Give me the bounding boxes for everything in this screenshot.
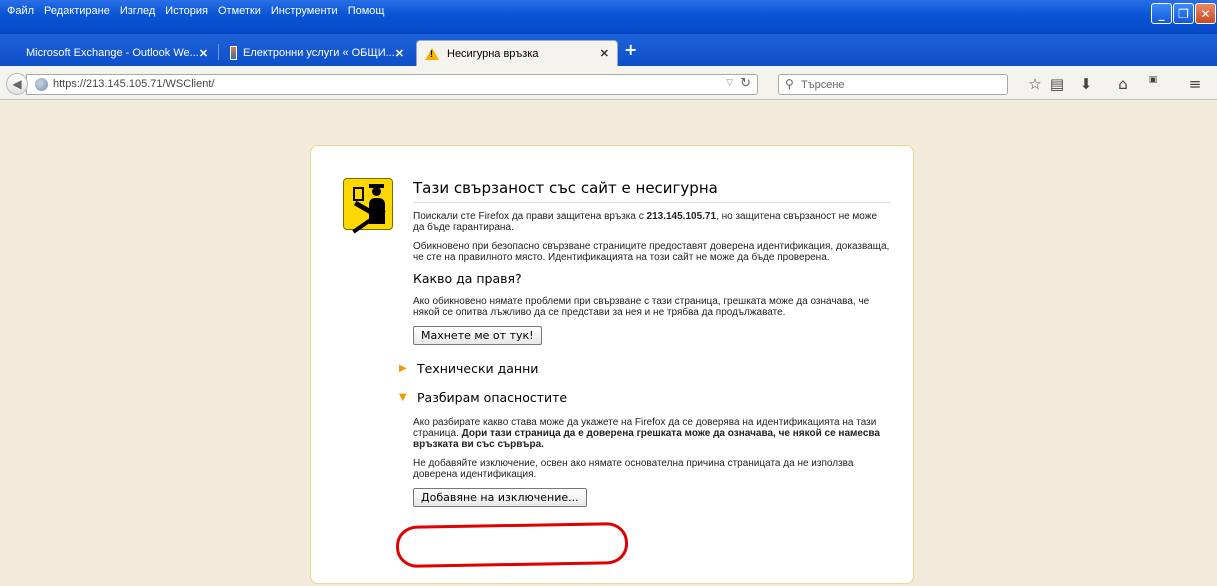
search-bar[interactable]: ⚲ Търсене [778, 74, 1008, 95]
tab-e-services[interactable]: Електронни услуги « ОБЩИ... ✕ [222, 40, 412, 66]
badge-head-shape [372, 187, 381, 196]
search-icon: ⚲ [785, 77, 794, 91]
back-button[interactable]: ◀ [6, 73, 28, 95]
tab-close-icon[interactable]: ✕ [395, 47, 404, 60]
explanation-paragraph: Обикновено при безопасно свързване стран… [413, 241, 890, 263]
close-window-button[interactable]: ✕ [1195, 3, 1216, 24]
tab-insecure-connection[interactable]: Несигурна връзка ✕ [416, 40, 618, 66]
technical-details-expander[interactable]: ▶ Технически данни [399, 361, 891, 376]
close-icon: ✕ [1200, 6, 1211, 21]
understand-risks-expander[interactable]: ▼ Разбирам опасностите [399, 390, 891, 405]
minimize-icon: _ [1158, 6, 1165, 21]
youtube-icon[interactable]: ▣ [1144, 76, 1162, 85]
menu-edit[interactable]: Редактиране [41, 4, 117, 18]
menu-tools[interactable]: Инструменти [268, 4, 345, 18]
tab-separator [218, 44, 219, 60]
page-title: Тази свързаност със сайт е несигурна [413, 179, 891, 203]
advice-paragraph: Ако обикновено нямате проблеми при свърз… [413, 296, 870, 318]
site-favicon-icon [230, 46, 237, 60]
new-tab-button[interactable]: + [624, 40, 637, 59]
bookmarks-menu-icon[interactable]: ▤ [1048, 75, 1066, 93]
downloads-icon[interactable]: ⬇ [1077, 75, 1095, 93]
navigation-bar: https://213.145.105.71/WSClient/ ▽ ↻ ◀ ⚲… [0, 66, 1217, 100]
minimize-button[interactable]: _ [1151, 3, 1172, 24]
exception-warning-paragraph: Не добавяйте изключение, освен ако нямат… [413, 458, 854, 480]
bookmark-star-icon[interactable]: ☆ [1026, 75, 1044, 93]
tab-label: Несигурна връзка [447, 47, 539, 60]
tab-strip: Microsoft Exchange - Outlook We... ✕ Еле… [0, 34, 1217, 66]
menu-view[interactable]: Изглед [117, 4, 162, 18]
intro-text: Поискали сте Firefox да прави защитена в… [413, 211, 647, 222]
error-content: Тази свързаност със сайт е несигурна Пои… [399, 179, 891, 507]
risks-paragraph: Ако разбирате какво става може да укажет… [413, 417, 891, 450]
tab-label: Microsoft Exchange - Outlook We... [26, 47, 199, 59]
red-highlight-annotation [395, 521, 629, 569]
security-officer-icon [343, 178, 393, 234]
window-titlebar: Файл Редактиране Изглед История Отметки … [0, 0, 1217, 34]
intro-paragraph: Поискали сте Firefox да прави защитена в… [413, 211, 891, 233]
menu-history[interactable]: История [162, 4, 215, 18]
url-bar[interactable]: https://213.145.105.71/WSClient/ ▽ ↻ [26, 74, 758, 95]
globe-icon[interactable] [35, 78, 48, 91]
tab-close-icon[interactable]: ✕ [600, 47, 609, 60]
error-page-card: Тази свързаност със сайт е несигурна Пои… [310, 145, 914, 584]
warning-icon [425, 47, 439, 60]
restore-icon: ❐ [1178, 6, 1189, 21]
url-text[interactable]: https://213.145.105.71/WSClient/ [53, 78, 214, 90]
menu-bar: Файл Редактиране Изглед История Отметки … [4, 4, 391, 18]
host-name: 213.145.105.71 [646, 211, 717, 222]
menu-file[interactable]: Файл [4, 4, 41, 18]
history-dropdown-icon[interactable]: ▽ [726, 78, 733, 88]
understand-risks-label: Разбирам опасностите [417, 390, 568, 405]
risks-warning-bold: Дори тази страница да е доверена грешкат… [413, 428, 880, 450]
back-arrow-icon: ◀ [12, 77, 22, 91]
hamburger-menu-icon[interactable]: ≡ [1186, 75, 1204, 93]
expand-down-icon: ▼ [399, 392, 407, 403]
tab-close-icon[interactable]: ✕ [199, 47, 208, 60]
restore-button[interactable]: ❐ [1173, 3, 1194, 24]
reload-icon[interactable]: ↻ [740, 76, 751, 91]
tab-label: Електронни услуги « ОБЩИ... [243, 47, 395, 59]
home-icon[interactable]: ⌂ [1114, 75, 1132, 93]
expand-right-icon: ▶ [399, 363, 407, 374]
tab-outlook[interactable]: Microsoft Exchange - Outlook We... ✕ [18, 40, 214, 66]
menu-bookmarks[interactable]: Отметки [215, 4, 268, 18]
what-should-i-do-heading: Какво да правя? [413, 271, 522, 286]
add-exception-button[interactable]: Добавяне на изключение... [413, 488, 587, 507]
get-me-out-button[interactable]: Махнете ме от тук! [413, 326, 542, 345]
technical-details-label: Технически данни [417, 361, 539, 376]
badge-document-shape [353, 187, 364, 201]
search-input[interactable]: Търсене [801, 79, 845, 91]
menu-help[interactable]: Помощ [345, 4, 392, 18]
